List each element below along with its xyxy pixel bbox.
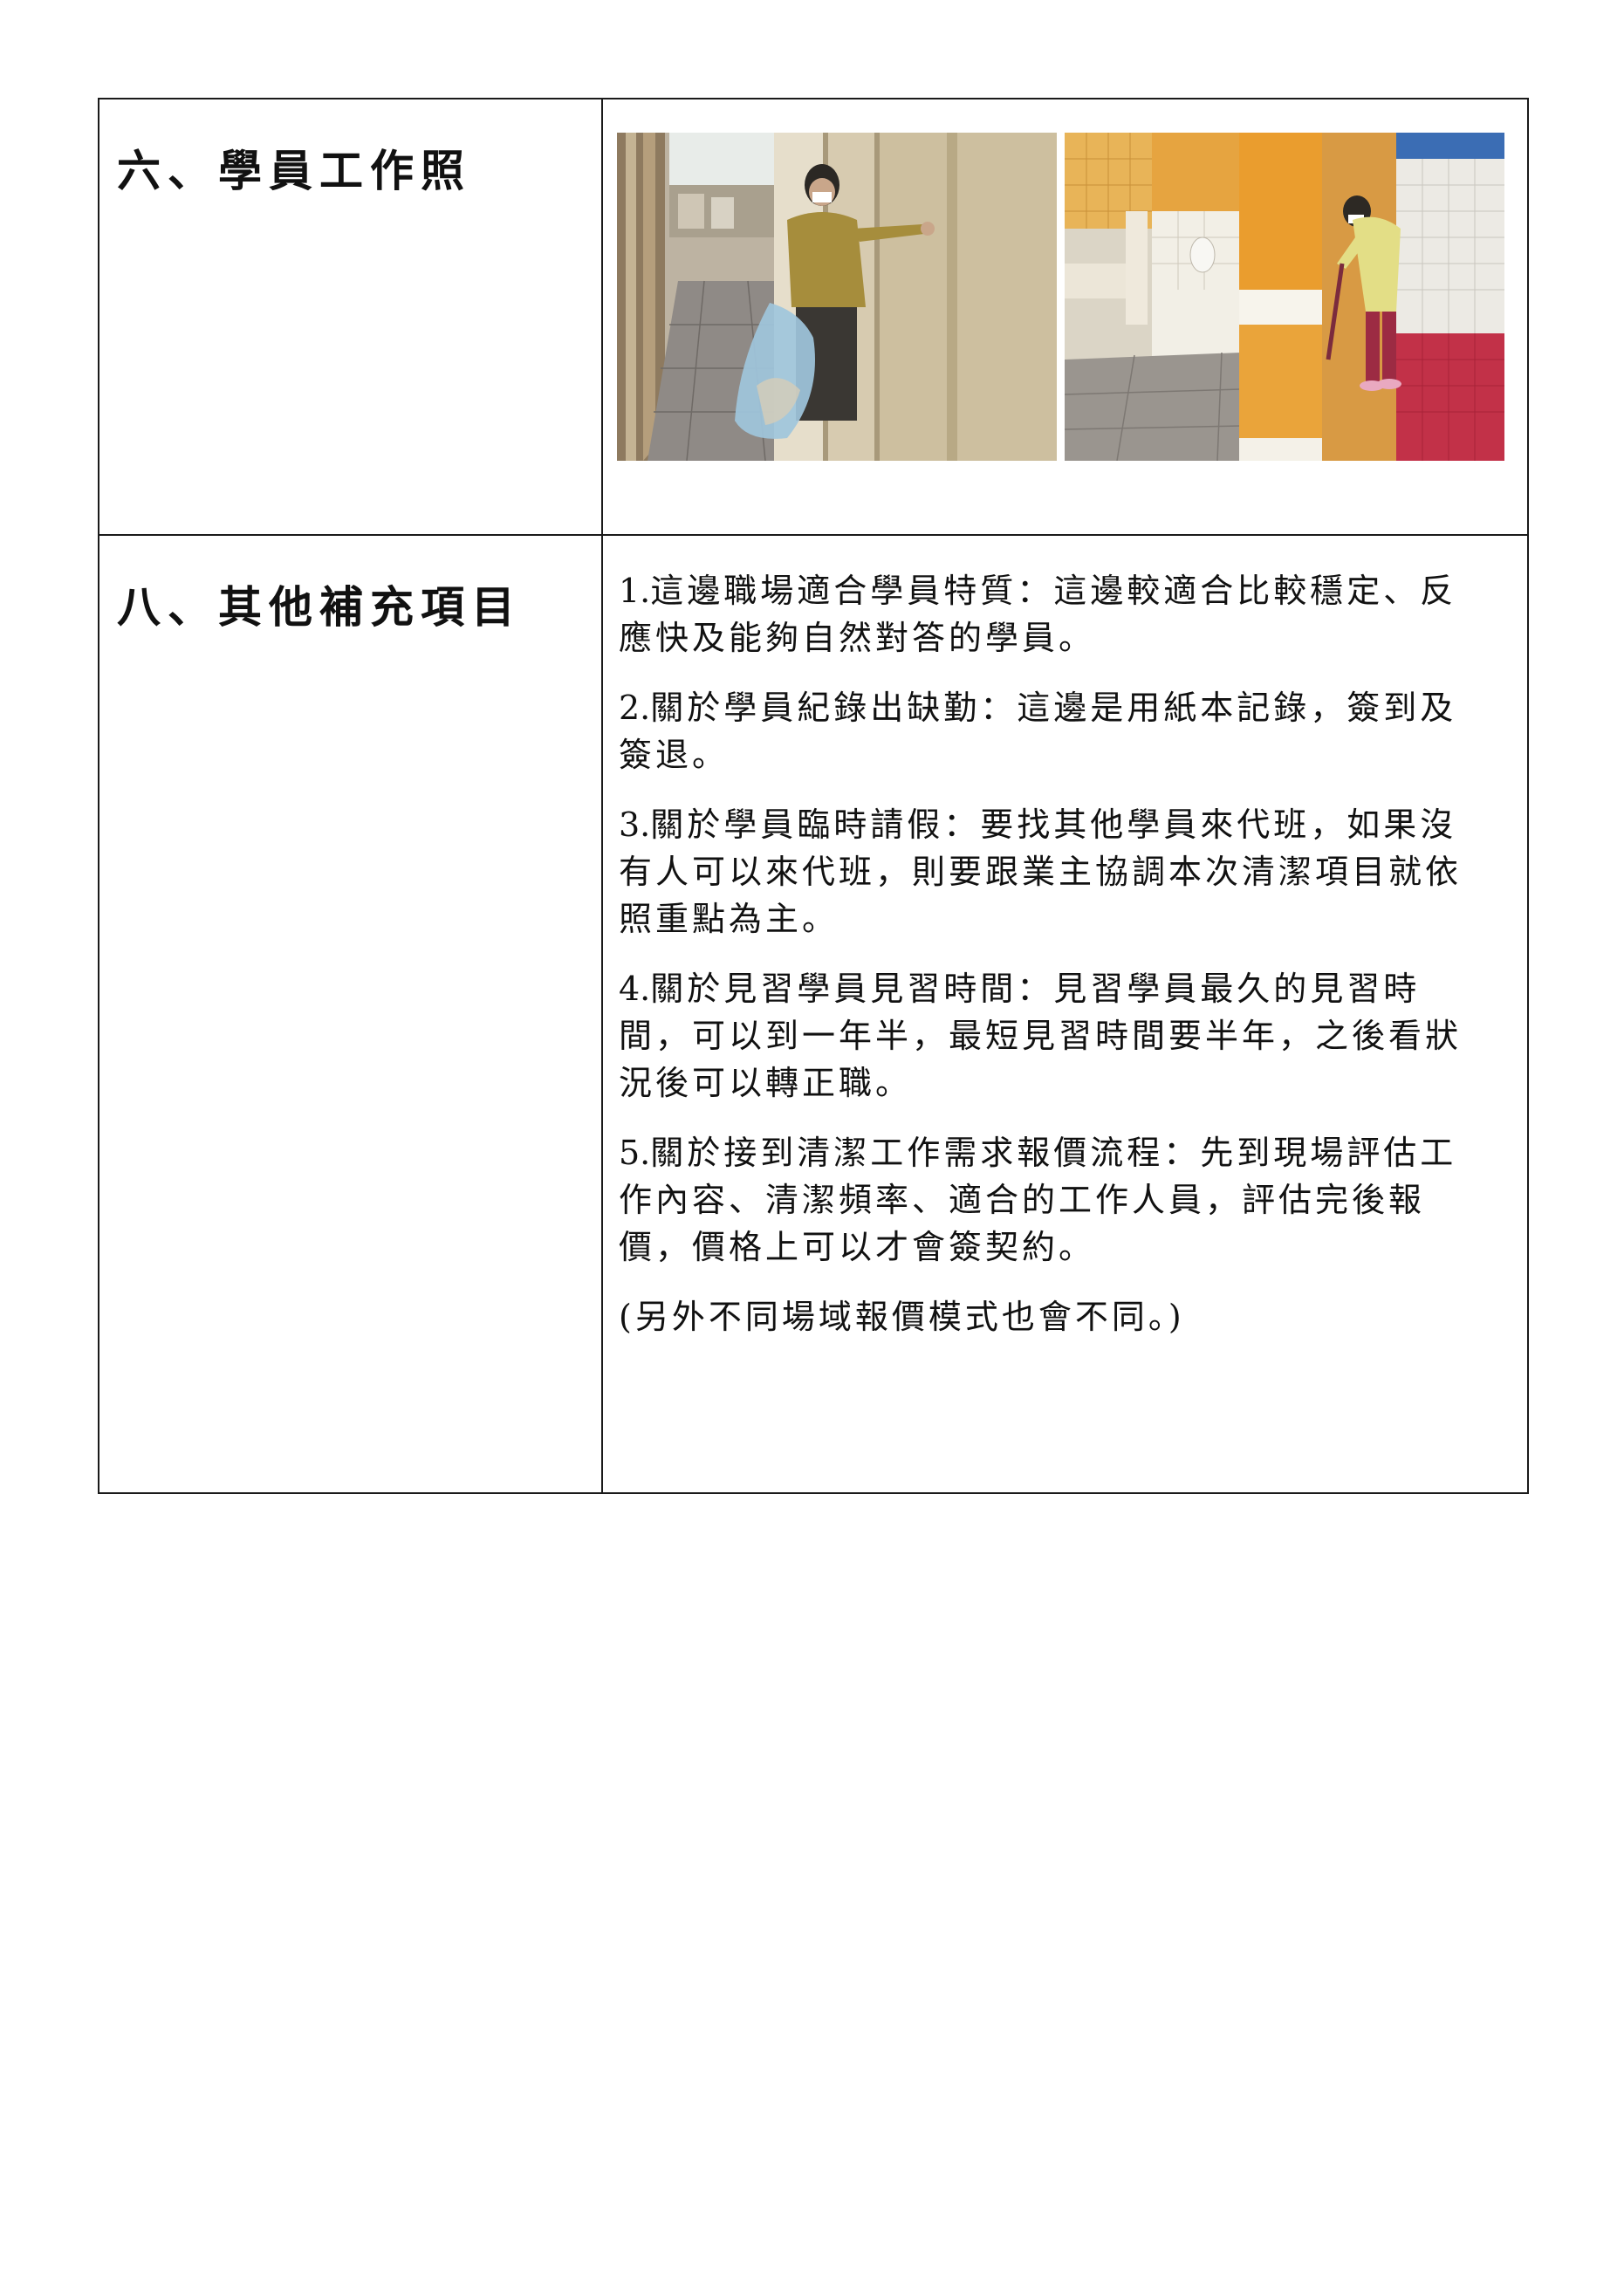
note-item: 3.關於學員臨時請假：要找其他學員來代班，如果沒有人可以來代班，則要跟業主協調本…	[619, 801, 1484, 942]
note-number: 1.	[619, 572, 651, 610]
note-item: (另外不同場域報價模式也會不同。)	[619, 1293, 1484, 1340]
photo-cell	[601, 98, 1529, 536]
photo-worker-collecting-trash-image	[617, 133, 1057, 461]
table-row: 六、學員工作照	[98, 98, 1529, 536]
note-text: 關於接到清潔工作需求報價流程：先到現場評估工作內容、清潔頻率、適合的工作人員，評…	[619, 1134, 1457, 1266]
note-text: 關於學員紀錄出缺勤：這邊是用紙本記錄，簽到及簽退。	[619, 689, 1457, 774]
photo-gallery	[617, 133, 1504, 461]
section-label-cell: 八、其他補充項目	[98, 534, 603, 1494]
note-item: 2.關於學員紀錄出缺勤：這邊是用紙本記錄，簽到及簽退。	[619, 684, 1484, 778]
note-item: 4.關於見習學員見習時間：見習學員最久的見習時間，可以到一年半，最短見習時間要半…	[619, 965, 1484, 1107]
section-label-cell: 六、學員工作照	[98, 98, 603, 536]
info-table: 六、學員工作照 八、其他補充項目 1.這邊職場適合學員特質：這邊較適合比較穩定、…	[98, 98, 1529, 1494]
photo-worker-cleaning-restroom-image	[1065, 133, 1504, 461]
photo-worker-cleaning-restroom	[1065, 133, 1504, 461]
note-item: 1.這邊職場適合學員特質：這邊較適合比較穩定、反應快及能夠自然對答的學員。	[619, 567, 1484, 661]
note-item: 5.關於接到清潔工作需求報價流程：先到現場評估工作內容、清潔頻率、適合的工作人員…	[619, 1129, 1484, 1271]
note-number: 5.	[619, 1134, 651, 1172]
note-number: 2.	[619, 689, 651, 727]
table-row: 八、其他補充項目 1.這邊職場適合學員特質：這邊較適合比較穩定、反應快及能夠自然…	[98, 534, 1529, 1494]
photo-worker-collecting-trash	[617, 133, 1057, 461]
notes-cell: 1.這邊職場適合學員特質：這邊較適合比較穩定、反應快及能夠自然對答的學員。 2.…	[601, 534, 1529, 1494]
note-text: (另外不同場域報價模式也會不同。)	[619, 1298, 1185, 1336]
note-text: 這邊職場適合學員特質：這邊較適合比較穩定、反應快及能夠自然對答的學員。	[619, 572, 1457, 657]
note-number: 4.	[619, 970, 651, 1008]
section-title: 六、學員工作照	[117, 146, 471, 196]
section-title: 八、其他補充項目	[117, 582, 522, 633]
note-text: 關於學員臨時請假：要找其他學員來代班，如果沒有人可以來代班，則要跟業主協調本次清…	[619, 805, 1463, 938]
note-text: 關於見習學員見習時間：見習學員最久的見習時間，可以到一年半，最短見習時間要半年，…	[619, 970, 1463, 1102]
note-number: 3.	[619, 805, 651, 844]
